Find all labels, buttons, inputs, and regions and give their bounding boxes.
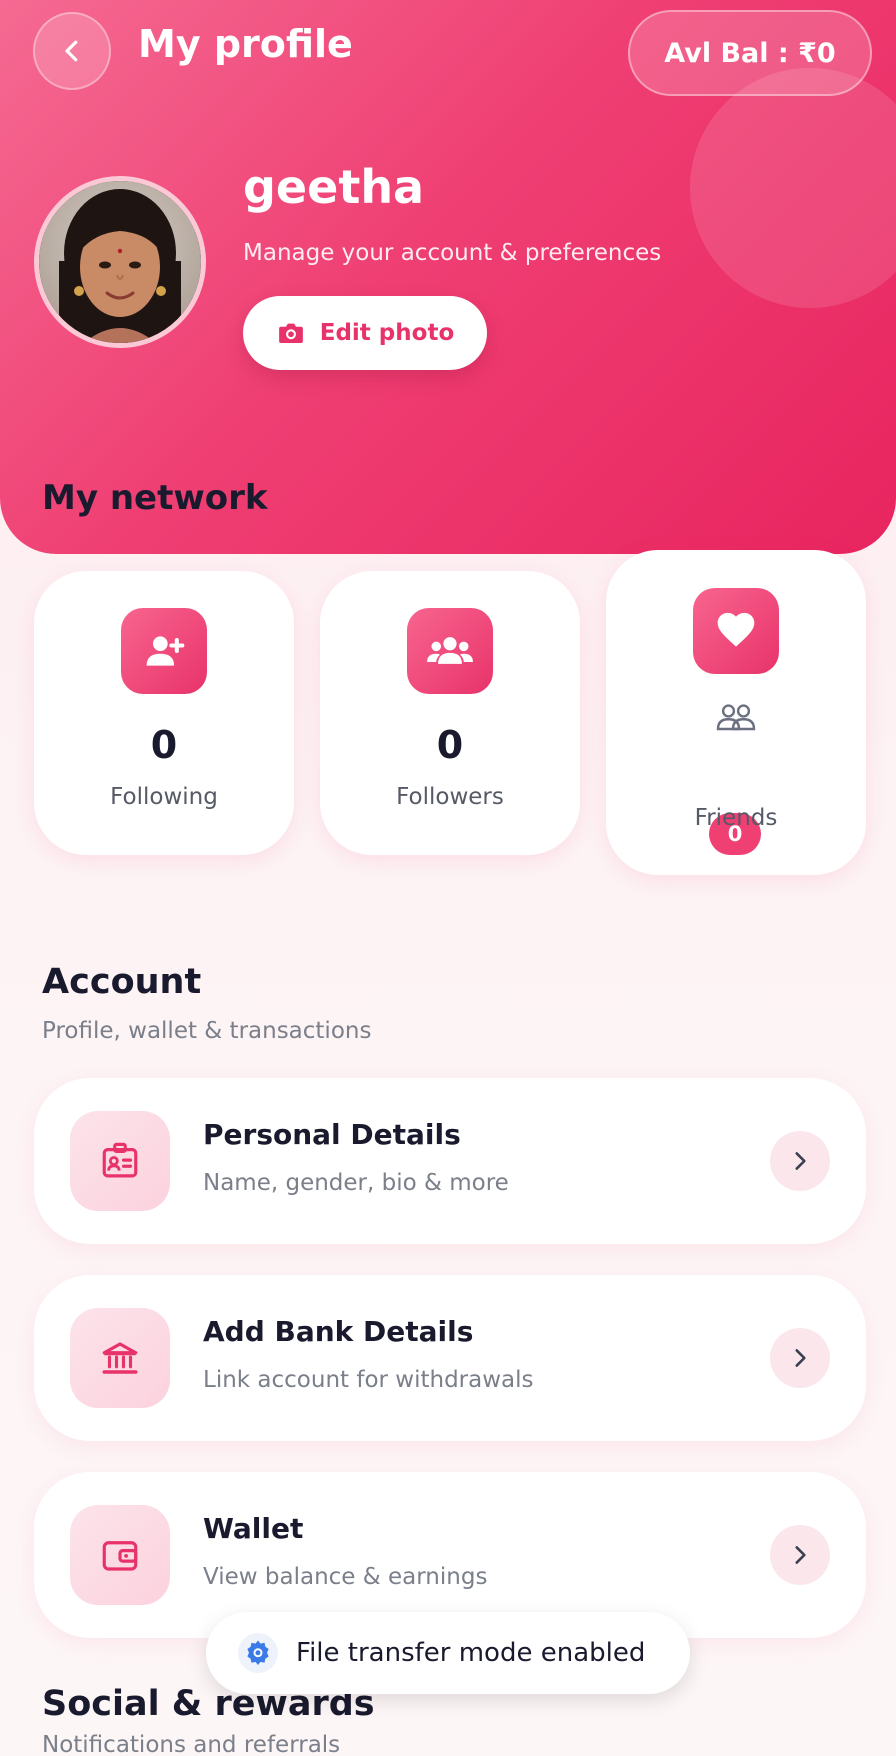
social-section-subtitle: Notifications and referrals	[42, 1732, 341, 1756]
chevron-right-icon	[770, 1525, 830, 1585]
account-section-subtitle: Profile, wallet & transactions	[42, 1018, 372, 1044]
add-user-icon	[121, 608, 207, 694]
chevron-right-icon	[770, 1328, 830, 1388]
decorative-circle	[690, 68, 896, 308]
user-subtitle: Manage your account & preferences	[243, 240, 662, 266]
id-card-icon	[70, 1111, 170, 1211]
personal-details-subtitle: Name, gender, bio & more	[203, 1170, 509, 1196]
friends-icon	[716, 704, 756, 731]
toast-notification: File transfer mode enabled	[206, 1612, 690, 1694]
add-bank-details-title: Add Bank Details	[203, 1315, 474, 1348]
camera-icon	[278, 323, 303, 343]
personal-details-title: Personal Details	[203, 1118, 461, 1151]
account-section-title: Account	[42, 962, 202, 1002]
toast-message: File transfer mode enabled	[296, 1638, 646, 1668]
followers-count: 0	[436, 723, 464, 767]
avatar[interactable]	[34, 176, 206, 348]
following-card[interactable]: 0 Following	[34, 571, 294, 855]
chevron-left-icon	[65, 40, 78, 62]
wallet-subtitle: View balance & earnings	[203, 1564, 488, 1590]
following-count: 0	[150, 723, 178, 767]
network-title: My network	[42, 478, 268, 518]
bank-icon	[70, 1308, 170, 1408]
avatar-image	[39, 181, 201, 343]
page-title: My profile	[138, 22, 353, 66]
edit-photo-label: Edit photo	[319, 320, 455, 346]
personal-details-row[interactable]: Personal Details Name, gender, bio & mor…	[34, 1078, 866, 1244]
followers-label: Followers	[396, 784, 504, 810]
group-icon	[407, 608, 493, 694]
heart-icon	[693, 588, 779, 674]
wallet-icon	[70, 1505, 170, 1605]
settings-gear-icon	[238, 1633, 278, 1673]
add-bank-details-subtitle: Link account for withdrawals	[203, 1367, 534, 1393]
following-label: Following	[110, 784, 218, 810]
balance-button[interactable]: Avl Bal : ₹0	[628, 10, 872, 96]
back-button[interactable]	[33, 12, 111, 90]
edit-photo-button[interactable]: Edit photo	[243, 296, 487, 370]
followers-card[interactable]: 0 Followers	[320, 571, 580, 855]
profile-header: My profile Avl Bal : ₹0 geetha Manage yo…	[0, 0, 896, 554]
friends-label: Friends	[694, 805, 778, 831]
add-bank-details-row[interactable]: Add Bank Details Link account for withdr…	[34, 1275, 866, 1441]
chevron-right-icon	[770, 1131, 830, 1191]
friends-card[interactable]: 0 Friends	[606, 550, 866, 875]
wallet-title: Wallet	[203, 1512, 304, 1545]
user-name: geetha	[243, 160, 425, 214]
